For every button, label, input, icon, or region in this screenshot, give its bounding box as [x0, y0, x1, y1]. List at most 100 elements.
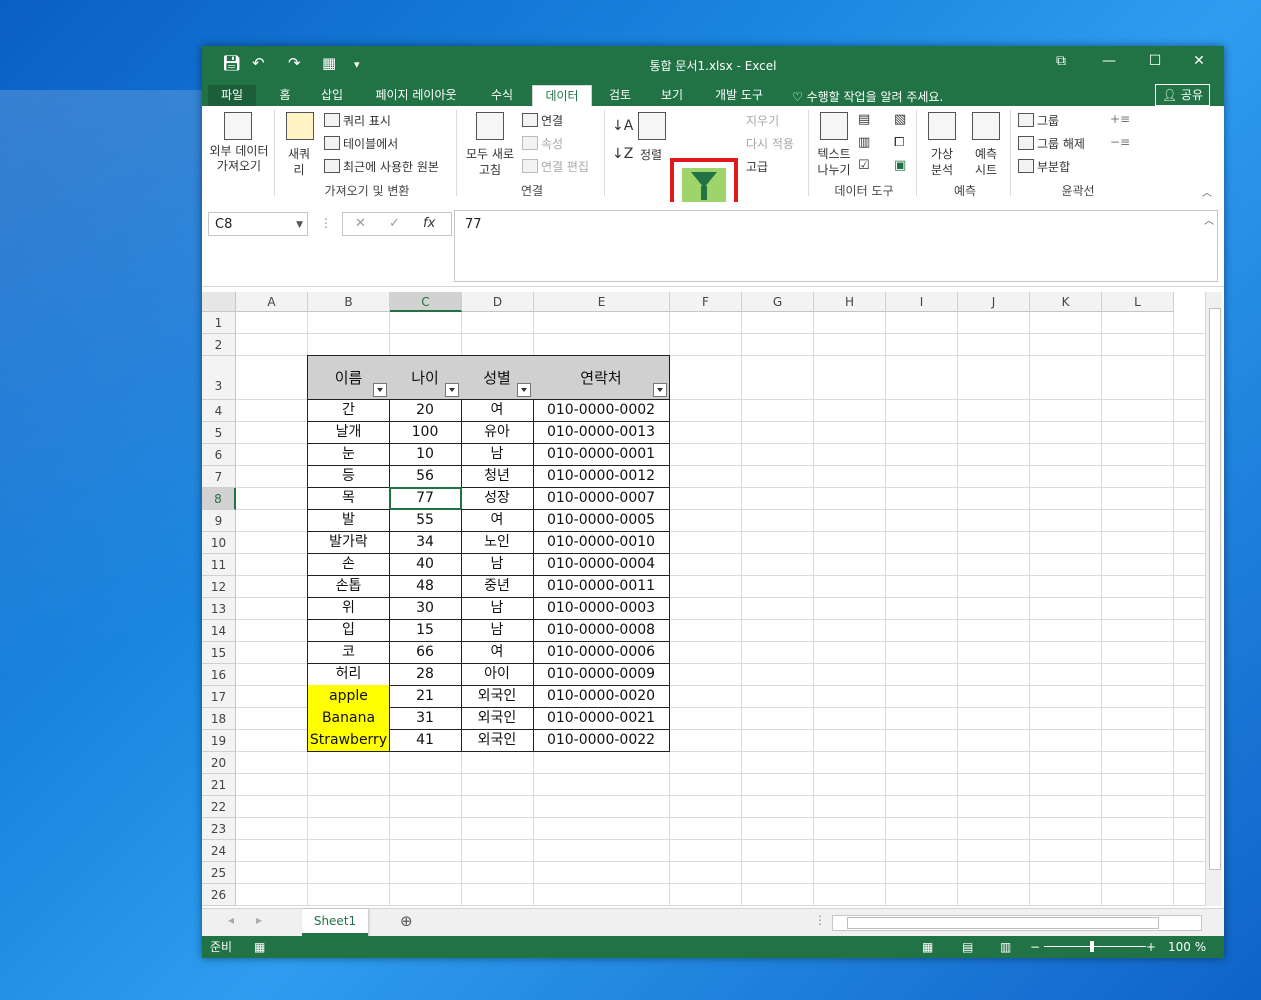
- tab-developer[interactable]: 개발 도구: [706, 85, 772, 106]
- remove-duplicates-icon[interactable]: ▥: [858, 135, 870, 150]
- sheet-tab[interactable]: Sheet1: [302, 909, 368, 936]
- column-header[interactable]: A: [236, 292, 308, 312]
- splitter-icon[interactable]: ⋮: [814, 913, 826, 927]
- table-header-cell[interactable]: 나이: [389, 355, 462, 400]
- hide-detail-icon[interactable]: −≡: [1110, 135, 1130, 149]
- table-cell[interactable]: apple: [307, 685, 390, 708]
- column-header[interactable]: J: [958, 292, 1030, 312]
- row-header[interactable]: 15: [202, 642, 236, 664]
- column-header[interactable]: D: [462, 292, 534, 312]
- table-cell[interactable]: 77: [389, 487, 462, 510]
- table-cell[interactable]: 남: [461, 619, 534, 642]
- text-to-columns-button[interactable]: 텍스트 나누기: [814, 146, 854, 178]
- row-header[interactable]: 7: [202, 466, 236, 488]
- recent-sources-button[interactable]: 최근에 사용한 원본: [324, 158, 439, 175]
- zoom-level[interactable]: 100 %: [1168, 936, 1206, 958]
- horizontal-scrollbar[interactable]: [832, 915, 1202, 931]
- table-cell[interactable]: 눈: [307, 443, 390, 466]
- table-cell[interactable]: 유아: [461, 421, 534, 444]
- table-cell[interactable]: 40: [389, 553, 462, 576]
- tab-file[interactable]: 파일: [208, 85, 256, 106]
- consolidate-icon[interactable]: ▧: [894, 112, 906, 127]
- table-cell[interactable]: 날개: [307, 421, 390, 444]
- column-header[interactable]: E: [534, 292, 670, 312]
- zoom-in-icon[interactable]: +: [1146, 936, 1156, 958]
- table-cell[interactable]: 외국인: [461, 707, 534, 730]
- table-cell[interactable]: 손: [307, 553, 390, 576]
- table-cell[interactable]: 010-0000-0004: [533, 553, 670, 576]
- table-cell[interactable]: 입: [307, 619, 390, 642]
- what-if-button[interactable]: 가상 분석: [922, 146, 962, 178]
- table-cell[interactable]: 발: [307, 509, 390, 532]
- row-header[interactable]: 2: [202, 334, 236, 356]
- table-cell[interactable]: 여: [461, 641, 534, 664]
- prev-sheet-icon[interactable]: ◂: [228, 913, 234, 927]
- row-header[interactable]: 23: [202, 818, 236, 840]
- insert-function-icon[interactable]: fx: [423, 216, 435, 231]
- external-data-button[interactable]: 외부 데이터 가져오기: [206, 144, 272, 174]
- forecast-sheet-button[interactable]: 예측 시트: [966, 146, 1006, 178]
- row-header[interactable]: 4: [202, 400, 236, 422]
- next-sheet-icon[interactable]: ▸: [256, 913, 262, 927]
- show-detail-icon[interactable]: +≡: [1110, 112, 1130, 126]
- select-all-corner[interactable]: [202, 292, 236, 312]
- row-header[interactable]: 25: [202, 862, 236, 884]
- subtotal-button[interactable]: 부분합: [1018, 158, 1070, 175]
- table-cell[interactable]: 010-0000-0022: [533, 729, 670, 752]
- table-cell[interactable]: 손톱: [307, 575, 390, 598]
- tab-page-layout[interactable]: 페이지 레이아웃: [366, 85, 466, 106]
- column-header[interactable]: L: [1102, 292, 1174, 312]
- table-cell[interactable]: 15: [389, 619, 462, 642]
- row-header[interactable]: 24: [202, 840, 236, 862]
- table-cell[interactable]: 목: [307, 487, 390, 510]
- row-header[interactable]: 11: [202, 554, 236, 576]
- tab-review[interactable]: 검토: [600, 85, 640, 106]
- filter-dropdown-icon[interactable]: [445, 383, 459, 397]
- connections-button[interactable]: 연결: [522, 112, 563, 129]
- column-header[interactable]: B: [308, 292, 390, 312]
- cancel-icon[interactable]: ✕: [355, 216, 366, 231]
- tab-view[interactable]: 보기: [652, 85, 692, 106]
- table-cell[interactable]: 허리: [307, 663, 390, 686]
- table-cell[interactable]: 010-0000-0005: [533, 509, 670, 532]
- formula-input[interactable]: 77: [454, 210, 1218, 282]
- row-header[interactable]: 19: [202, 730, 236, 752]
- column-header[interactable]: K: [1030, 292, 1102, 312]
- table-cell[interactable]: 외국인: [461, 685, 534, 708]
- table-cell[interactable]: 아이: [461, 663, 534, 686]
- table-cell[interactable]: Banana: [307, 707, 390, 730]
- more-options-icon[interactable]: ⋮: [320, 216, 332, 230]
- table-cell[interactable]: 010-0000-0006: [533, 641, 670, 664]
- ungroup-button[interactable]: 그룹 해제: [1018, 135, 1085, 152]
- enter-icon[interactable]: ✓: [389, 216, 400, 231]
- zoom-slider-thumb[interactable]: [1090, 941, 1094, 952]
- collapse-ribbon-icon[interactable]: ︿: [1202, 184, 1212, 199]
- table-cell[interactable]: 여: [461, 399, 534, 422]
- table-cell[interactable]: 48: [389, 575, 462, 598]
- zoom-out-icon[interactable]: −: [1030, 936, 1040, 958]
- vertical-scroll-thumb[interactable]: [1209, 308, 1221, 870]
- column-header[interactable]: F: [670, 292, 742, 312]
- table-cell[interactable]: 010-0000-0012: [533, 465, 670, 488]
- row-header[interactable]: 8: [202, 488, 236, 510]
- data-validation-icon[interactable]: ☑: [858, 158, 870, 173]
- sort-button[interactable]: 정렬: [640, 146, 662, 163]
- advanced-button[interactable]: 고급: [746, 158, 768, 175]
- edit-links-button[interactable]: 연결 편집: [522, 158, 589, 175]
- row-header[interactable]: 17: [202, 686, 236, 708]
- row-header[interactable]: 13: [202, 598, 236, 620]
- table-cell[interactable]: 여: [461, 509, 534, 532]
- row-header[interactable]: 10: [202, 532, 236, 554]
- page-layout-view-icon[interactable]: ▤: [962, 936, 973, 958]
- zoom-slider[interactable]: [1044, 946, 1146, 947]
- group-button[interactable]: 그룹: [1018, 112, 1059, 129]
- name-box[interactable]: C8 ▼: [208, 212, 308, 236]
- table-cell[interactable]: 성장: [461, 487, 534, 510]
- column-header[interactable]: C: [390, 292, 462, 312]
- table-cell[interactable]: 010-0000-0008: [533, 619, 670, 642]
- table-cell[interactable]: 010-0000-0002: [533, 399, 670, 422]
- column-header[interactable]: I: [886, 292, 958, 312]
- minimize-icon[interactable]: —: [1096, 53, 1122, 69]
- reapply-button[interactable]: 다시 적용: [746, 135, 794, 152]
- horizontal-scroll-thumb[interactable]: [847, 917, 1159, 929]
